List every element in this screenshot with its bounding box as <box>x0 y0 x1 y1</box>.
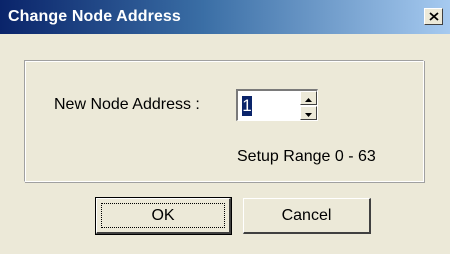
cancel-button-label: Cancel <box>281 206 332 224</box>
node-address-spinner[interactable]: 1 <box>236 89 318 121</box>
close-button[interactable] <box>424 8 443 25</box>
title-bar[interactable]: Change Node Address <box>0 0 450 34</box>
new-node-address-label: New Node Address : <box>54 96 200 113</box>
node-address-value[interactable]: 1 <box>242 96 252 116</box>
dialog-title: Change Node Address <box>8 8 181 25</box>
close-icon <box>428 12 439 21</box>
triangle-down-icon <box>305 104 312 122</box>
cancel-button[interactable]: Cancel <box>243 198 371 234</box>
spinner-up-button[interactable] <box>300 91 317 105</box>
spinner-down-button[interactable] <box>300 106 317 120</box>
change-node-address-dialog: Change Node Address New Node Address : 1… <box>0 0 450 254</box>
ok-button-label: OK <box>151 206 175 224</box>
setup-range-text: Setup Range 0 - 63 <box>237 148 376 165</box>
ok-button[interactable]: OK <box>95 197 232 235</box>
